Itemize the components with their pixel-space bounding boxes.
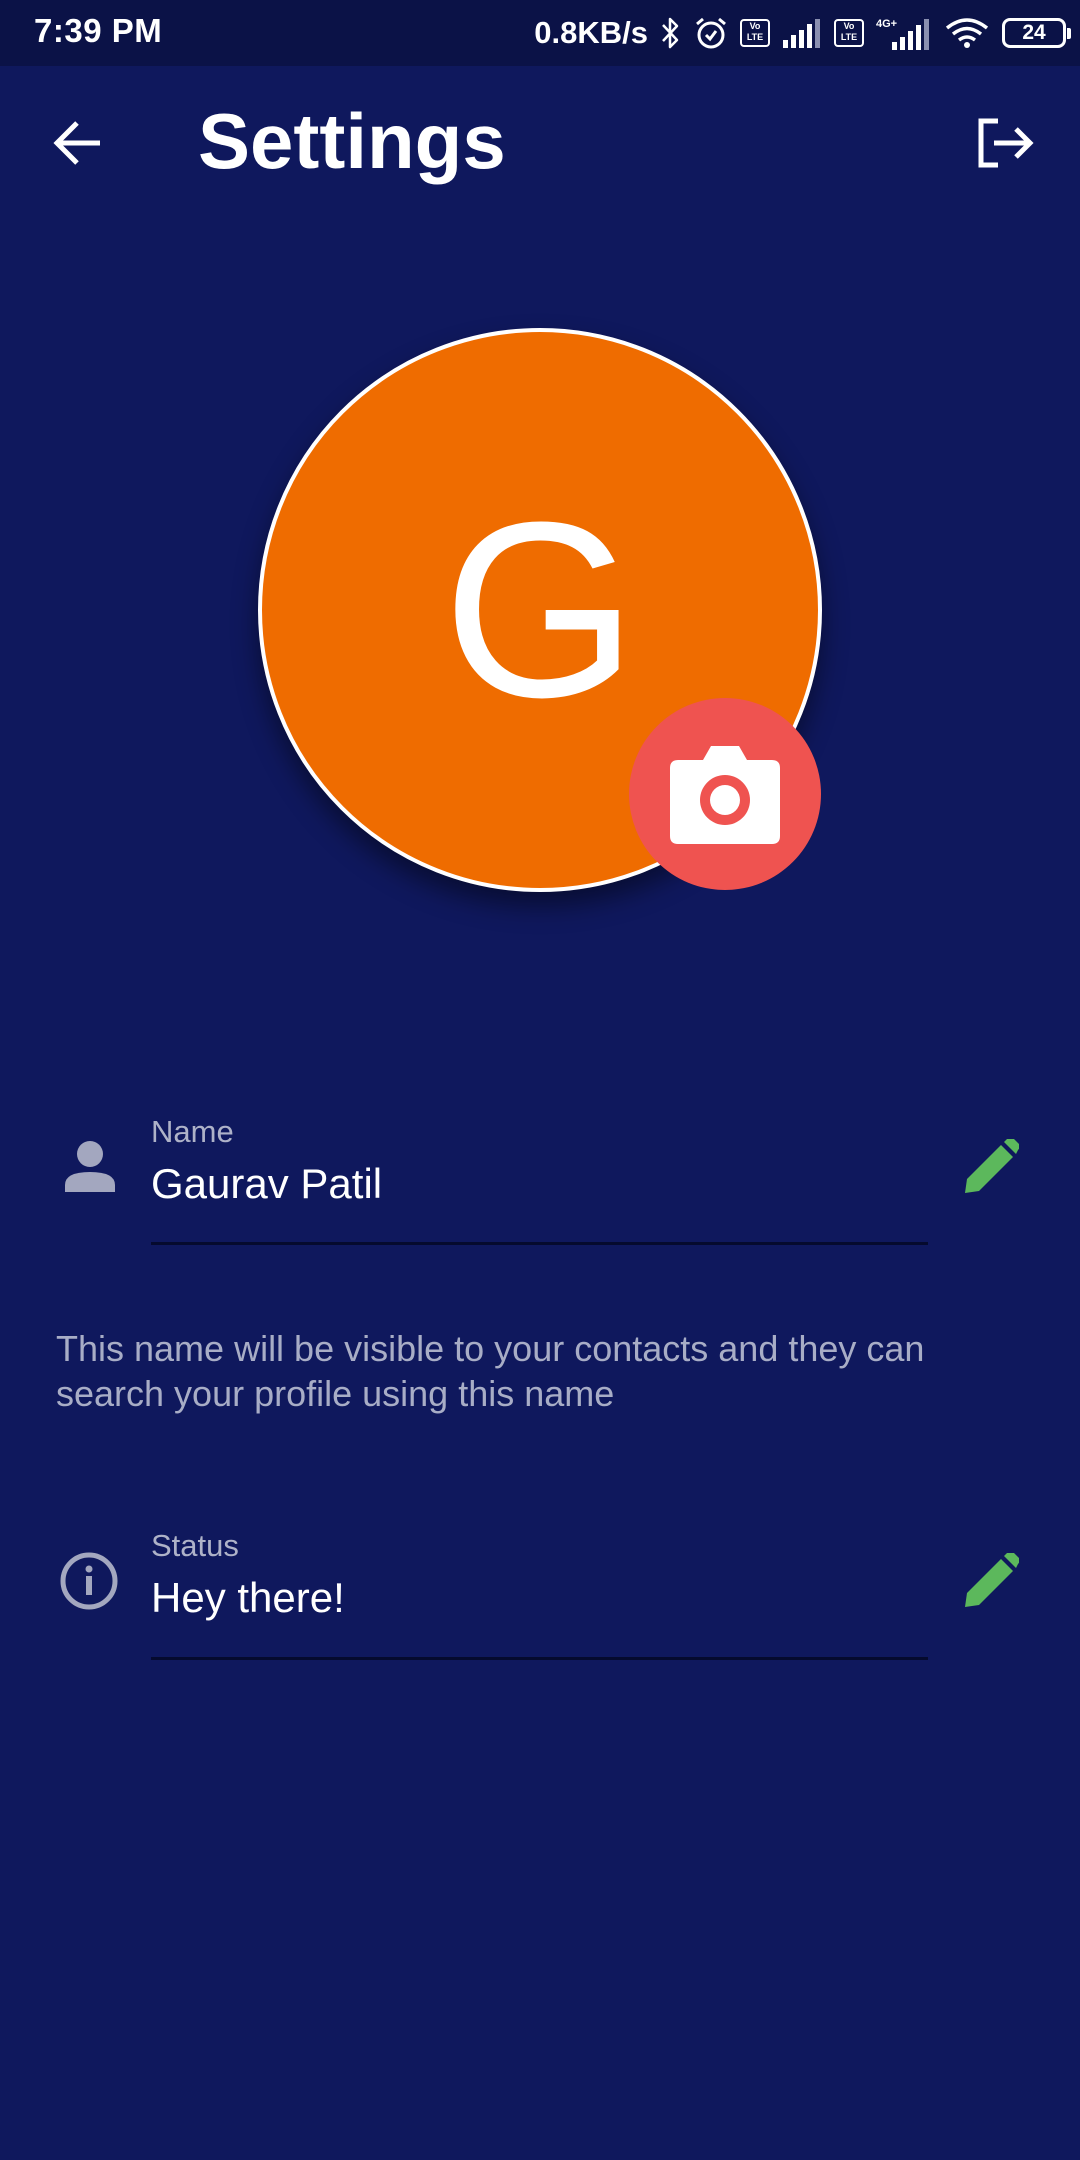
network-speed: 0.8KB/s bbox=[534, 15, 648, 50]
edit-status-button[interactable] bbox=[958, 1548, 1024, 1614]
page-title: Settings bbox=[198, 97, 506, 185]
signal-icon bbox=[782, 18, 822, 48]
status-bar: 7:39 PM 0.8KB/s Vo LTE Vo LTE 4G+ 24 bbox=[0, 0, 1080, 66]
volte-icon-sim2: Vo LTE bbox=[834, 19, 864, 47]
wifi-icon bbox=[944, 17, 990, 49]
logout-icon bbox=[978, 118, 1034, 168]
battery-icon: 24 bbox=[1002, 18, 1071, 48]
svg-text:4G+: 4G+ bbox=[876, 18, 897, 30]
status-time: 7:39 PM bbox=[34, 12, 163, 49]
status-divider bbox=[151, 1657, 928, 1660]
battery-level: 24 bbox=[1022, 21, 1046, 44]
pencil-icon bbox=[965, 1553, 1019, 1607]
change-photo-button[interactable] bbox=[629, 698, 821, 890]
person-icon bbox=[60, 1136, 120, 1196]
pencil-icon bbox=[965, 1139, 1019, 1193]
volte-icon: Vo LTE bbox=[740, 19, 770, 47]
info-icon bbox=[56, 1548, 122, 1614]
arrow-left-icon bbox=[53, 121, 100, 165]
alarm-icon bbox=[694, 16, 728, 50]
name-label: Name bbox=[151, 1114, 234, 1149]
back-button[interactable] bbox=[42, 108, 112, 178]
logout-button[interactable] bbox=[968, 106, 1042, 180]
status-value[interactable]: Hey there! bbox=[151, 1574, 345, 1622]
name-divider bbox=[151, 1242, 928, 1245]
name-value[interactable]: Gaurav Patil bbox=[151, 1160, 382, 1208]
4g-signal-icon: 4G+ bbox=[876, 16, 932, 50]
bluetooth-icon bbox=[660, 16, 682, 50]
status-label: Status bbox=[151, 1528, 239, 1563]
camera-icon bbox=[670, 746, 780, 844]
name-helper-text: This name will be visible to your contac… bbox=[56, 1328, 925, 1414]
edit-name-button[interactable] bbox=[958, 1134, 1024, 1200]
status-icons: 0.8KB/s Vo LTE Vo LTE 4G+ 24 bbox=[534, 12, 1071, 54]
